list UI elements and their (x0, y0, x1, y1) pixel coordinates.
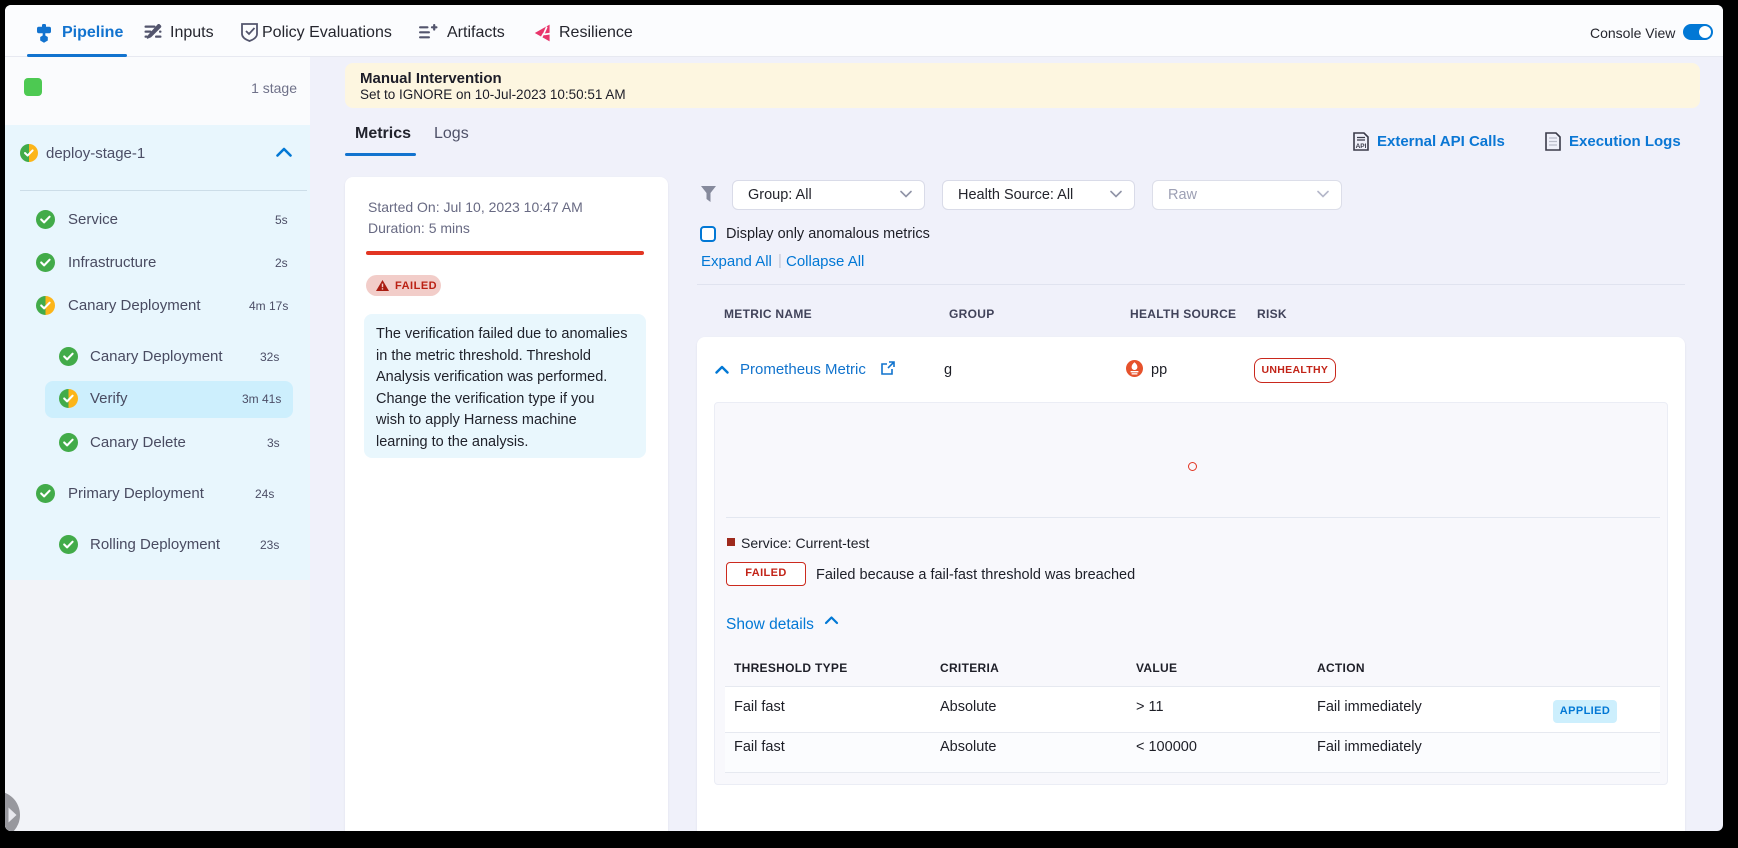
svg-text:API: API (1356, 143, 1367, 150)
